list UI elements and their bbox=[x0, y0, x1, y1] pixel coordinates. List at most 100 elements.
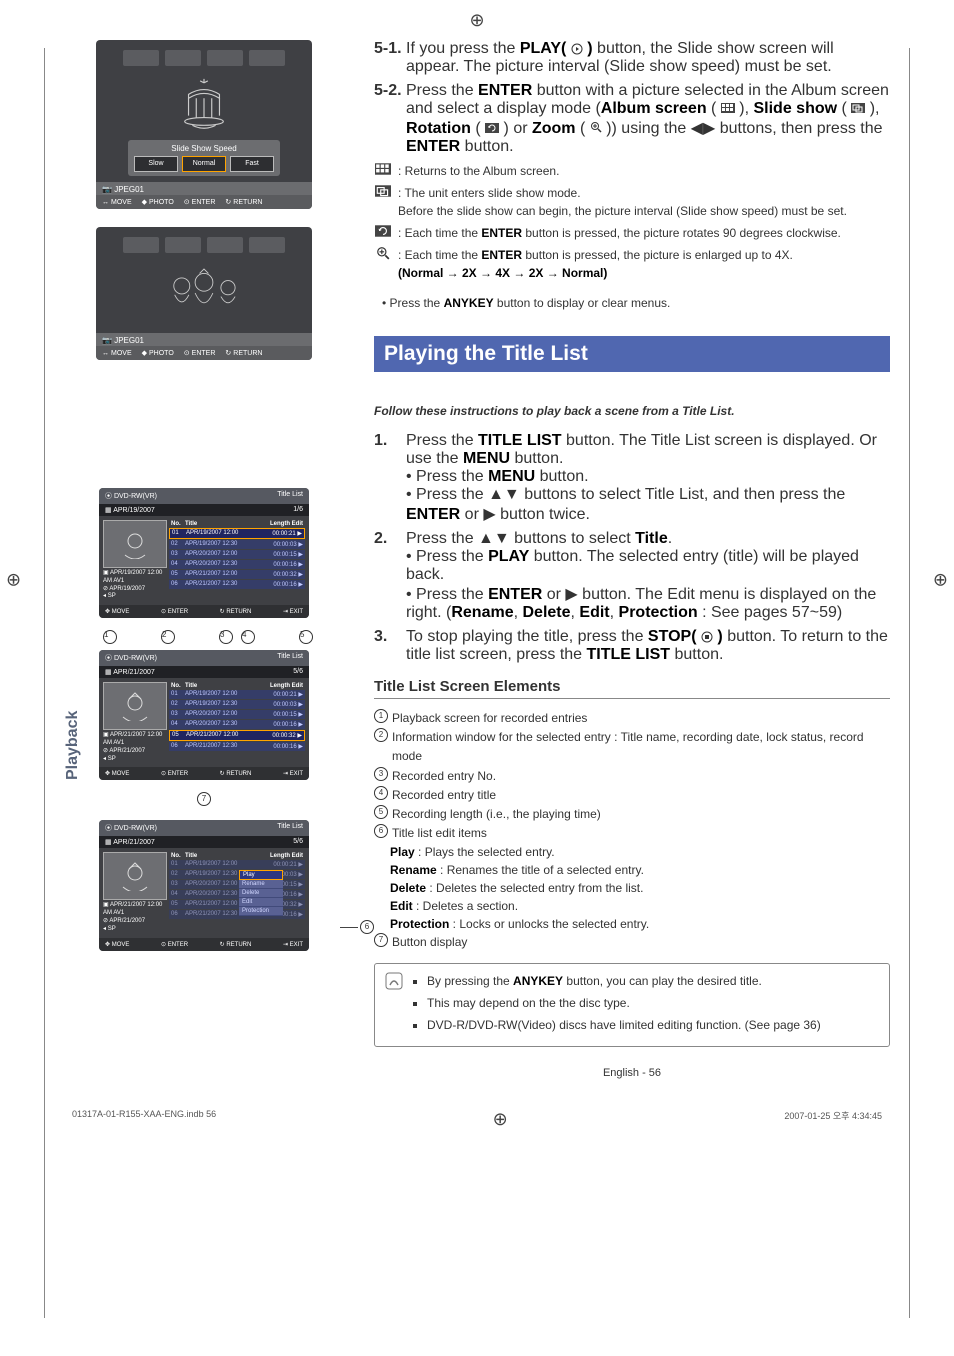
e6-sub: Play : Plays the selected entry. Rename … bbox=[390, 843, 890, 933]
tp-thumb-1 bbox=[103, 520, 167, 568]
ctrl-move-2: ↔ MOVE bbox=[102, 349, 132, 357]
markers-row: 1 2 3 4 5 bbox=[85, 630, 323, 646]
tp-table-2: No.TitleLength Edit 01APR/19/2007 12:000… bbox=[169, 682, 305, 763]
tp-controls-1: ✥ MOVE ⊙ ENTER ↻ RETURN ⇥ EXIT bbox=[99, 605, 309, 618]
ctrl-photo-2: ◆ PHOTO bbox=[142, 349, 174, 357]
tab-slideshow-2[interactable] bbox=[165, 237, 201, 253]
elements-list-7: 7 Button display bbox=[374, 933, 890, 952]
tp-sub-right: 1/6 bbox=[293, 506, 303, 514]
tab-zoom-2[interactable] bbox=[249, 237, 285, 253]
rotation-mode-icon bbox=[374, 224, 392, 238]
edit-popup-menu: Play Rename Delete Edit Protection bbox=[239, 870, 283, 916]
note-box: By pressing the ANYKEY button, you can p… bbox=[374, 963, 890, 1047]
marker-2: 2 bbox=[161, 630, 175, 644]
tp-row[interactable]: 04APR/20/2007 12:3000:00:16 ▶ bbox=[169, 720, 305, 729]
tp-row[interactable]: 06APR/21/2007 12:3000:00:16 ▶ bbox=[169, 910, 305, 919]
costume-icon bbox=[164, 263, 244, 323]
tp-row[interactable]: 06APR/21/2007 12:3000:00:16 ▶ bbox=[169, 742, 305, 751]
tp-row[interactable]: 02APR/19/2007 12:3000:00:03 ▶ bbox=[169, 540, 305, 549]
tab-rotate[interactable] bbox=[207, 50, 243, 66]
crop-mark-right: ⊕ bbox=[933, 569, 948, 590]
popup-protection[interactable]: Protection bbox=[239, 907, 283, 916]
tp-row[interactable]: 02APR/19/2007 12:3000:00:03 ▶ bbox=[169, 700, 305, 709]
play-step-1: 1. Press the TITLE LIST button. The Titl… bbox=[374, 432, 890, 524]
print-line: 01317A-01-R155-XAA-ENG.indb 56 ⊕ 2007-01… bbox=[64, 1109, 890, 1130]
tab-album[interactable] bbox=[123, 50, 159, 66]
crop-mark-bottom: ⊕ bbox=[493, 1109, 508, 1130]
tp-row[interactable]: 05APR/21/2007 12:0000:00:32 ▶ bbox=[169, 570, 305, 579]
tab-zoom[interactable] bbox=[249, 50, 285, 66]
tp-controls-3: ✥ MOVE ⊙ ENTER ↻ RETURN ⇥ EXIT bbox=[99, 938, 309, 951]
play-step-3: 3. To stop playing the title, press the … bbox=[374, 628, 890, 664]
anykey-line: • Press the ANYKEY button to display or … bbox=[382, 294, 890, 312]
play-icon bbox=[571, 43, 583, 55]
slideshow-speed-panel: Slide Show Speed Slow Normal Fast 📷 JPEG… bbox=[96, 40, 312, 209]
iconline-slideshow: : The unit enters slide show mode.Before… bbox=[374, 184, 890, 220]
zoom-mode-icon bbox=[374, 246, 392, 260]
jpeg-text-2: JPEG01 bbox=[114, 336, 144, 345]
note-icon bbox=[385, 972, 403, 990]
title-list-panel-1: ⦿ DVD-RW(VR)Title List ▦ APR/19/20071/6 … bbox=[99, 488, 309, 618]
marker-3: 3 bbox=[219, 630, 233, 644]
margin-rule-left bbox=[44, 48, 45, 1318]
tp-row[interactable]: 03APR/20/2007 12:0000:00:15 ▶ bbox=[169, 550, 305, 559]
tp-head-right: Title List bbox=[277, 491, 303, 501]
mode-tabs bbox=[104, 48, 304, 72]
tp-thumb-3 bbox=[103, 852, 167, 900]
tp-thumb-2 bbox=[103, 682, 167, 730]
tp-controls-2: ✥ MOVE ⊙ ENTER ↻ RETURN ⇥ EXIT bbox=[99, 767, 309, 780]
iconline-zoom: : Each time the ENTER button is pressed,… bbox=[374, 246, 890, 282]
speed-normal[interactable]: Normal bbox=[182, 156, 226, 172]
carousel-icon bbox=[175, 77, 233, 135]
speed-fast[interactable]: Fast bbox=[230, 156, 274, 172]
album-icon bbox=[721, 103, 735, 113]
crop-mark-left: ⊕ bbox=[6, 569, 21, 590]
follow-line: Follow these instructions to play back a… bbox=[374, 402, 890, 420]
tp-meta-1: ▣ APR/19/2007 12:00 AM AV1 ⊘ APR/19/2007… bbox=[103, 570, 165, 601]
marker-5: 5 bbox=[299, 630, 313, 644]
note-3: DVD-R/DVD-RW(Video) discs have limited e… bbox=[427, 1016, 821, 1034]
costume-art bbox=[104, 259, 304, 327]
speed-box: Slide Show Speed Slow Normal Fast bbox=[128, 140, 280, 176]
title-list-panel-2: ⦿ DVD-RW(VR)Title List ▦ APR/21/20075/6 … bbox=[99, 650, 309, 780]
speed-slow[interactable]: Slow bbox=[134, 156, 178, 172]
tp-row[interactable]: 01APR/19/2007 12:0000:00:21 ▶ bbox=[169, 528, 305, 539]
tp-row[interactable]: 06APR/21/2007 12:3000:00:16 ▶ bbox=[169, 580, 305, 589]
tp-row[interactable]: 03APR/20/2007 12:0000:00:15 ▶ bbox=[169, 880, 305, 889]
carousel-art bbox=[104, 72, 304, 140]
marker-7: 7 bbox=[64, 792, 344, 806]
ctrl-enter-2: ⊙ ENTER bbox=[184, 349, 216, 357]
tp-row[interactable]: 02APR/19/2007 12:3000:00:03 ▶ bbox=[169, 870, 305, 879]
side-tab-playback: Playback bbox=[64, 711, 82, 780]
rotate-icon bbox=[485, 123, 499, 133]
tab-rotate-2[interactable] bbox=[207, 237, 243, 253]
step-5-2: 5-2. Press the ENTER button with a pictu… bbox=[374, 82, 890, 156]
mode-tabs-2 bbox=[104, 235, 304, 259]
play-step-2: 2. Press the ▲▼ buttons to select Title.… bbox=[374, 530, 890, 622]
tp-row[interactable]: 04APR/20/2007 12:3000:00:16 ▶ bbox=[169, 890, 305, 899]
ctrl-move: ↔ MOVE bbox=[102, 198, 132, 206]
panel-controls: ↔ MOVE ◆ PHOTO ⊙ ENTER ↻ RETURN bbox=[96, 195, 312, 209]
margin-rule-right bbox=[909, 48, 910, 1318]
tp-table-3: No.TitleLength Edit 01APR/19/2007 12:000… bbox=[169, 852, 305, 933]
iconline-rotate: : Each time the ENTER button is pressed,… bbox=[374, 224, 890, 242]
popup-play[interactable]: Play bbox=[239, 870, 283, 880]
tp-meta-3: ▣ APR/21/2007 12:00 AM AV1 ⊘ APR/21/2007… bbox=[103, 902, 165, 933]
tp-row[interactable]: 03APR/20/2007 12:0000:00:15 ▶ bbox=[169, 710, 305, 719]
tp-row[interactable]: 01APR/19/2007 12:0000:00:21 ▶ bbox=[169, 860, 305, 869]
ctrl-photo: ◆ PHOTO bbox=[142, 198, 174, 206]
popup-rename[interactable]: Rename bbox=[239, 880, 283, 889]
popup-delete[interactable]: Delete bbox=[239, 889, 283, 898]
tp-row[interactable]: 05APR/21/2007 12:0000:00:32 ▶ bbox=[169, 730, 305, 741]
tab-album-2[interactable] bbox=[123, 237, 159, 253]
tp-row[interactable]: 04APR/20/2007 12:3000:00:16 ▶ bbox=[169, 560, 305, 569]
tab-slideshow[interactable] bbox=[165, 50, 201, 66]
ctrl-enter: ⊙ ENTER bbox=[184, 198, 216, 206]
tp-row[interactable]: 05APR/21/2007 12:0000:00:32 ▶ bbox=[169, 900, 305, 909]
jpeg-text: JPEG01 bbox=[114, 185, 144, 194]
speed-label: Slide Show Speed bbox=[134, 144, 274, 153]
popup-edit[interactable]: Edit bbox=[239, 898, 283, 907]
ctrl-return: ↻ RETURN bbox=[225, 198, 262, 206]
tp-row[interactable]: 01APR/19/2007 12:0000:00:21 ▶ bbox=[169, 690, 305, 699]
slideshow-mode-icon bbox=[374, 184, 392, 198]
